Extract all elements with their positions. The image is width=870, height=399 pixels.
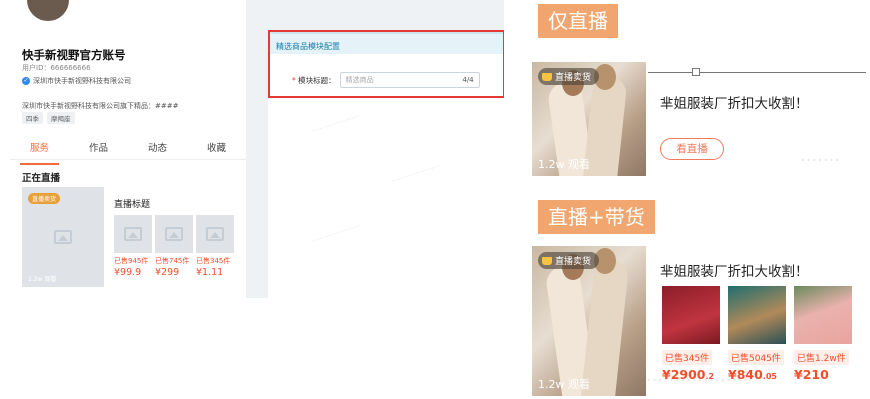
watermark: ·······: [800, 150, 841, 171]
sold-count: 已售945件: [114, 257, 149, 265]
tab-feed[interactable]: 动态: [148, 140, 167, 159]
product-item[interactable]: 已售5045件 ¥840.05: [728, 286, 786, 382]
live-card[interactable]: 直播卖货 1.2w 观看 直播标题 已售945件 ¥99.9 已售745件 ¥2…: [22, 187, 246, 287]
tag: 摩羯座: [47, 112, 75, 124]
verified-icon: ✓: [22, 77, 30, 85]
live-cover: 直播卖货 1.2w 观看: [22, 187, 104, 287]
tab-works[interactable]: 作品: [89, 140, 108, 159]
live-badge: 直播卖货: [538, 68, 600, 85]
product-item[interactable]: 已售345件 ¥2900.2: [662, 286, 720, 382]
price-main: ¥210: [794, 367, 829, 382]
tab-service[interactable]: 服务: [19, 140, 60, 165]
watch-count: 1.2w 观看: [538, 378, 590, 391]
company-row: ✓ 深圳市快手新视野科技有限公司: [22, 76, 131, 86]
product-image: [196, 215, 234, 253]
company-name: 深圳市快手新视野科技有限公司: [33, 77, 131, 85]
image-placeholder-icon: [54, 230, 72, 244]
cart-icon: [542, 72, 552, 81]
profile-tabs: 服务 作品 动态 收藏: [10, 140, 246, 165]
watch-count: 1.2w 观看: [28, 276, 57, 283]
watch-count: 1.2w 观看: [538, 158, 590, 171]
config-panel: 精选商品模块配置 * 模块标题： 精选商品 4/4: [268, 32, 504, 298]
product-item[interactable]: 已售345件 ¥1.11: [196, 215, 234, 278]
left-screenshot: 快手新视野官方账号 用户ID：666666666 ✓ 深圳市快手新视野科技有限公…: [10, 0, 504, 298]
price-decimal: .05: [762, 372, 777, 381]
divider-line: [648, 72, 866, 73]
shop-description: 深圳市快手新视野科技有限公司旗下精品：####: [22, 102, 179, 110]
live-title: 芈姐服装厂折扣大收割！: [660, 264, 809, 280]
input-placeholder: 精选商品: [345, 76, 374, 84]
live-cover: 直播卖货 1.2w 观看: [532, 62, 646, 176]
account-name: 快手新视野官方账号: [22, 48, 126, 62]
badge-text: 直播卖货: [555, 73, 592, 83]
live-title: 芈姐服装厂折扣大收割！: [660, 96, 809, 112]
avatar: [24, 0, 72, 24]
watermark: ···················: [640, 370, 749, 391]
image-placeholder-icon: [165, 227, 183, 241]
sold-count: 已售345件: [662, 350, 713, 365]
price: ¥299: [155, 267, 180, 278]
module-title-input[interactable]: 精选商品 4/4: [339, 72, 480, 88]
field-label: * 模块标题：: [292, 75, 336, 86]
product-item[interactable]: 已售745件 ¥299: [155, 215, 193, 278]
live-badge: 直播卖货: [538, 252, 600, 269]
image-placeholder-icon: [124, 227, 142, 241]
product-image: [155, 215, 193, 253]
live-cover: 直播卖货 1.2w 观看: [532, 246, 646, 396]
required-mark: *: [292, 75, 296, 85]
field-label-text: 模块标题：: [298, 75, 336, 85]
product-image-bag: [728, 286, 786, 344]
profile-tags: 四季 摩羯座: [22, 112, 75, 124]
cart-icon: [542, 256, 552, 265]
product-item[interactable]: 已售945件 ¥99.9: [114, 215, 152, 278]
slider-knob: [692, 68, 700, 76]
sold-count: 已售5045件: [728, 350, 784, 365]
badge-text: 直播卖货: [555, 257, 592, 267]
section-label-live-goods: 直播+带货: [538, 200, 655, 234]
sold-count: 已售345件: [196, 257, 231, 265]
tab-favorites[interactable]: 收藏: [207, 140, 226, 159]
module-title-row: * 模块标题： 精选商品 4/4: [292, 72, 480, 88]
product-image: [114, 215, 152, 253]
sold-count: 已售1.2w件: [794, 350, 849, 365]
product-image-top: [794, 286, 852, 344]
config-header: 精选商品模块配置: [268, 32, 504, 54]
live-section-title: 正在直播: [22, 173, 61, 184]
price: ¥210: [794, 367, 852, 382]
product-image-shoes: [662, 286, 720, 344]
live-title: 直播标题: [114, 200, 151, 210]
char-counter: 4/4: [462, 76, 474, 84]
price: ¥1.11: [196, 267, 224, 278]
user-id: 用户ID：666666666: [22, 64, 91, 72]
tag: 四季: [22, 112, 43, 124]
image-placeholder-icon: [206, 227, 224, 241]
live-badge: 直播卖货: [28, 193, 61, 204]
sold-count: 已售745件: [155, 257, 190, 265]
profile-preview: 快手新视野官方账号 用户ID：666666666 ✓ 深圳市快手新视野科技有限公…: [10, 0, 246, 298]
section-label-live-only: 仅直播: [538, 4, 618, 38]
product-item[interactable]: 已售1.2w件 ¥210: [794, 286, 852, 382]
price: ¥99.9: [114, 267, 142, 278]
watch-live-button[interactable]: 看直播: [660, 138, 724, 160]
